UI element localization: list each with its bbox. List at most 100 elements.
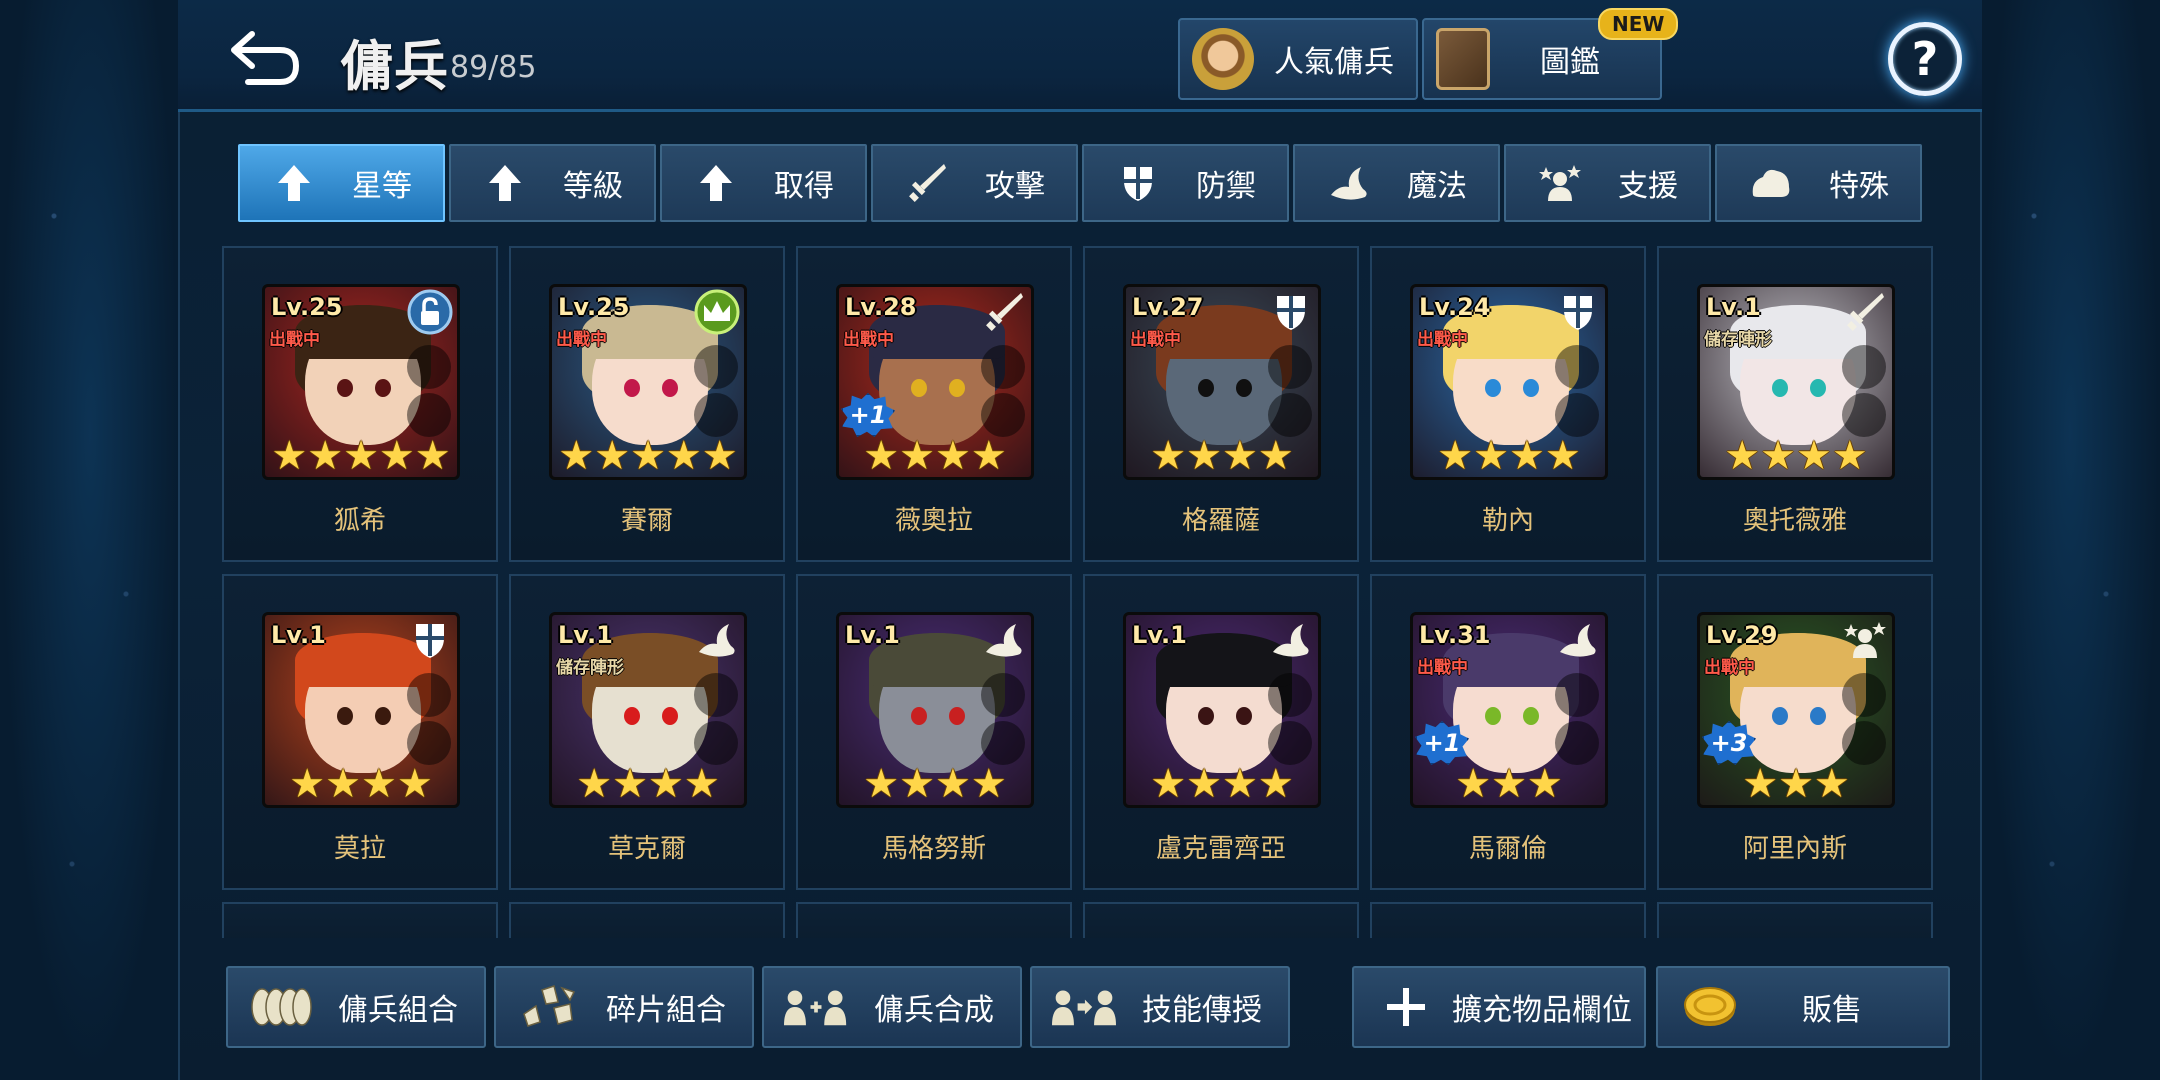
mercenary-name: 薇奧拉 (894, 506, 973, 536)
plus-icon (1374, 982, 1438, 1032)
level-label: Lv.29 (1706, 621, 1778, 649)
back-button[interactable] (226, 20, 306, 90)
expand-inventory-label: 擴充物品欄位 (1452, 993, 1632, 1028)
level-label: Lv.24 (1419, 293, 1491, 321)
mercenary-card[interactable]: Lv.28 出戰中 +1 ★ ★ ★ ★ 薇奧拉 (796, 246, 1072, 562)
star-rating: ★ ★ ★ ★ (265, 763, 457, 805)
blob-icon (1749, 161, 1793, 205)
star-icon: ★ (665, 433, 702, 479)
mercenary-portrait: Lv.24 出戰中 ★ ★ ★ ★ (1410, 284, 1608, 480)
mercenary-portrait: Lv.29 出戰中 +3 ★ ★ ★ (1697, 612, 1895, 808)
status-label: 出戰中 (1130, 330, 1181, 350)
tab-2[interactable]: 取得 (660, 144, 867, 222)
mercenary-card[interactable] (1083, 902, 1359, 938)
expand-inventory-button[interactable]: 擴充物品欄位 (1352, 966, 1646, 1048)
star-rating: ★ ★ ★ ★ (1126, 763, 1318, 805)
status-label: 出戰中 (269, 330, 320, 350)
tab-label: 防禦 (1196, 169, 1256, 204)
shield-icon (407, 617, 453, 663)
mercenary-card[interactable]: Lv.31 出戰中 +1 ★ ★ ★ 馬爾倫 (1370, 574, 1646, 890)
mercenary-card[interactable] (796, 902, 1072, 938)
mercenary-synthesis-button[interactable]: 傭兵合成 (762, 966, 1022, 1048)
person-arrow-person-icon (1052, 982, 1116, 1032)
skill-transfer-button[interactable]: 技能傳授 (1030, 966, 1290, 1048)
tab-0[interactable]: 星等 (238, 144, 445, 222)
mercenary-card[interactable]: Lv.25 出戰中 ★ ★ ★ ★ ★ 賽爾 (509, 246, 785, 562)
mercenary-card[interactable]: Lv.25 出戰中 ★ ★ ★ ★ ★ 狐希 (222, 246, 498, 562)
arrow-up-icon (272, 161, 316, 205)
star-icon: ★ (1257, 433, 1294, 479)
star-rating: ★ ★ ★ ★ (1413, 435, 1605, 477)
mercenary-card[interactable]: Lv.27 出戰中 ★ ★ ★ ★ 格羅薩 (1083, 246, 1359, 562)
tab-7[interactable]: 特殊 (1715, 144, 1922, 222)
level-label: Lv.1 (558, 621, 613, 649)
tab-3[interactable]: 攻擊 (871, 144, 1078, 222)
tab-label: 等級 (563, 169, 623, 204)
star-icon: ★ (1526, 761, 1563, 807)
star-rating: ★ ★ ★ (1700, 763, 1892, 805)
mercenary-grid: Lv.25 出戰中 ★ ★ ★ ★ ★ 狐希 Lv.25 出戰中 ★ ★ ★ ★ ★ 賽爾 Lv.28 出戰中 +1… (222, 246, 1936, 938)
new-badge: NEW (1598, 8, 1679, 40)
star-icon: ★ (343, 433, 379, 479)
mercenary-portrait: Lv.27 出戰中 ★ ★ ★ ★ (1123, 284, 1321, 480)
star-icon: ★ (1742, 761, 1779, 807)
tab-6[interactable]: 支援 (1504, 144, 1711, 222)
encyclopedia-label: 圖鑑 (1540, 45, 1600, 80)
status-label: 出戰中 (1417, 658, 1468, 678)
star-icon: ★ (1455, 761, 1492, 807)
tab-label: 攻擊 (985, 169, 1045, 204)
star-icon: ★ (594, 433, 631, 479)
mercenary-name: 格羅薩 (1181, 506, 1260, 536)
shield-icon (1116, 161, 1160, 205)
mercenary-card[interactable] (222, 902, 498, 938)
star-icon: ★ (701, 433, 738, 479)
tab-1[interactable]: 等級 (449, 144, 656, 222)
tab-label: 魔法 (1407, 169, 1467, 204)
mercenary-combine-button[interactable]: 傭兵組合 (226, 966, 486, 1048)
status-label: 出戰中 (556, 330, 607, 350)
mercenary-card[interactable]: Lv.1 ★ ★ ★ ★ 馬格努斯 (796, 574, 1072, 890)
star-icon: ★ (1491, 761, 1527, 807)
mercenary-portrait: Lv.28 出戰中 +1 ★ ★ ★ ★ (836, 284, 1034, 480)
mercenary-card[interactable]: Lv.1 儲存陣形 ★ ★ ★ ★ 草克爾 (509, 574, 785, 890)
mercenary-card[interactable]: Lv.24 出戰中 ★ ★ ★ ★ 勒內 (1370, 246, 1646, 562)
mercenary-card[interactable]: Lv.1 ★ ★ ★ ★ 莫拉 (222, 574, 498, 890)
page-title: 傭兵 (340, 35, 448, 98)
mercenary-portrait: Lv.1 ★ ★ ★ ★ (262, 612, 460, 808)
mercenary-card[interactable] (509, 902, 785, 938)
mercenary-grid-viewport[interactable]: Lv.25 出戰中 ★ ★ ★ ★ ★ 狐希 Lv.25 出戰中 ★ ★ ★ ★ ★ 賽爾 Lv.28 出戰中 +1… (222, 246, 1936, 938)
popular-mercenary-button[interactable]: 人氣傭兵 (1178, 18, 1418, 100)
star-icon: ★ (683, 761, 720, 807)
right-backdrop (1980, 0, 2160, 1080)
star-rating: ★ ★ ★ (1413, 763, 1605, 805)
level-label: Lv.1 (845, 621, 900, 649)
support-icon (1538, 161, 1582, 205)
sell-button[interactable]: 販售 (1656, 966, 1950, 1048)
mercenary-name: 莫拉 (333, 834, 386, 864)
tab-label: 星等 (352, 169, 412, 204)
shard-combine-button[interactable]: 碎片組合 (494, 966, 754, 1048)
tab-5[interactable]: 魔法 (1293, 144, 1500, 222)
skill-transfer-label: 技能傳授 (1142, 993, 1262, 1028)
mercenary-card[interactable] (1370, 902, 1646, 938)
mercenary-card[interactable]: Lv.1 儲存陣形 ★ ★ ★ ★ 奧托薇雅 (1657, 246, 1933, 562)
sort-filter-tabs: 星等 等級 取得 攻擊 防禦 魔法 支援 特殊 (238, 144, 1922, 222)
star-icon: ★ (1760, 433, 1796, 479)
star-icon: ★ (899, 761, 935, 807)
tab-4[interactable]: 防禦 (1082, 144, 1289, 222)
star-icon: ★ (1509, 433, 1545, 479)
star-icon: ★ (1437, 433, 1474, 479)
mercenary-card[interactable] (1657, 902, 1933, 938)
arrow-up-icon (694, 161, 738, 205)
tab-label: 支援 (1618, 169, 1678, 204)
mercenary-card[interactable]: Lv.1 ★ ★ ★ ★ 盧克雷齊亞 (1083, 574, 1359, 890)
mercenary-portrait: Lv.1 儲存陣形 ★ ★ ★ ★ (1697, 284, 1895, 480)
star-rating: ★ ★ ★ ★ (1700, 435, 1892, 477)
status-label: 儲存陣形 (1704, 330, 1772, 350)
support-icon (1842, 617, 1888, 663)
star-icon: ★ (325, 761, 361, 807)
mercenary-card[interactable]: Lv.29 出戰中 +3 ★ ★ ★ 阿里內斯 (1657, 574, 1933, 890)
star-icon: ★ (271, 433, 308, 479)
header-bar: 傭兵 89/85 人氣傭兵 圖鑑 NEW ? (178, 0, 1982, 112)
help-button[interactable]: ? (1888, 22, 1962, 96)
